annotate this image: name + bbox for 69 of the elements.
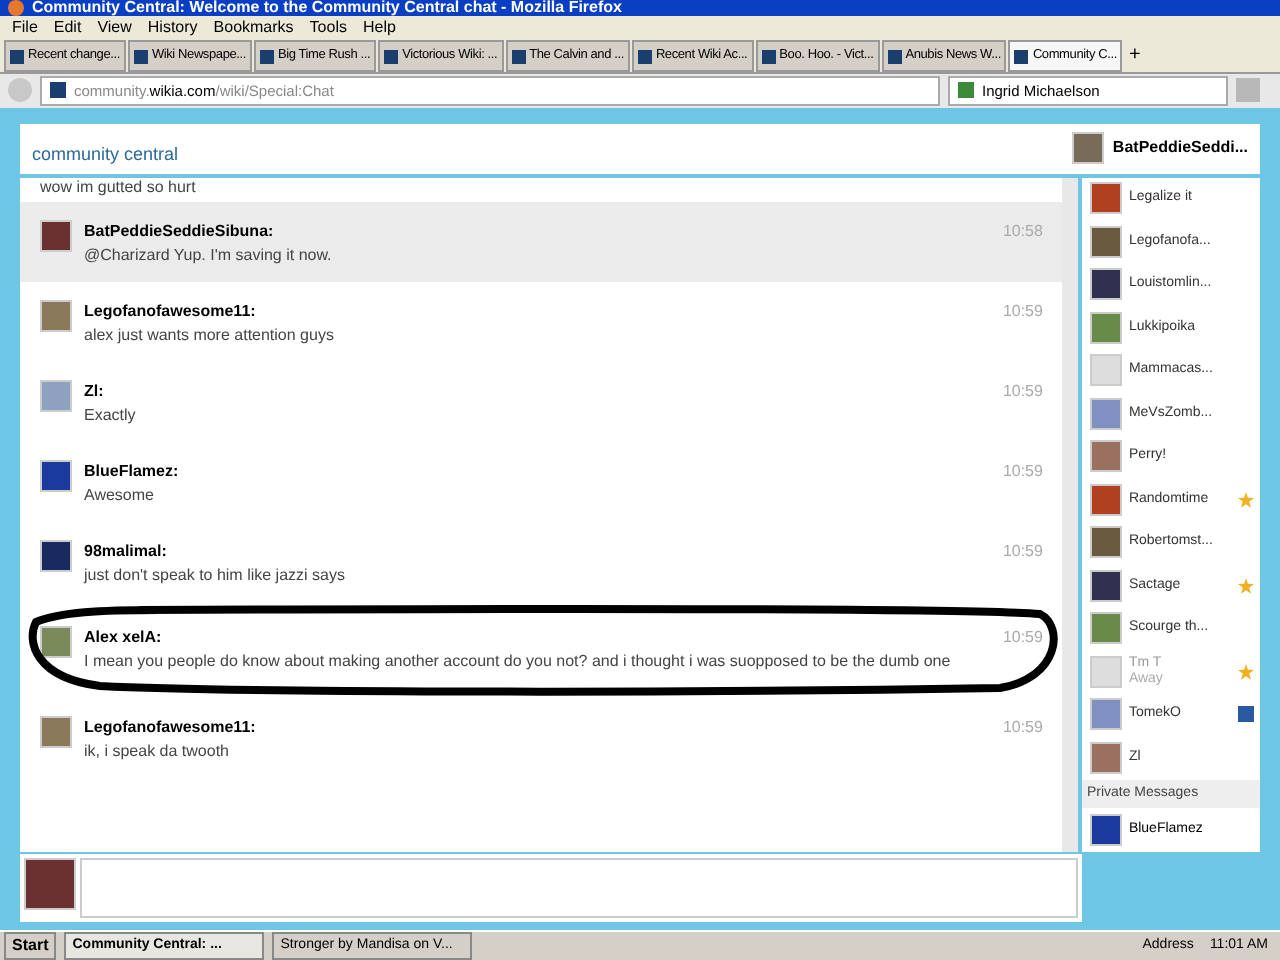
user-avatar bbox=[1090, 698, 1123, 731]
message-time: 10:58 bbox=[1002, 219, 1043, 243]
site-favicon-icon bbox=[50, 82, 66, 99]
current-user-name: BatPeddieSeddi... bbox=[1112, 136, 1248, 160]
user-avatar bbox=[1090, 483, 1123, 516]
menu-item[interactable]: Bookmarks bbox=[213, 16, 294, 41]
message-text: just don't speak to him like jazzi says bbox=[84, 563, 347, 587]
new-tab-button[interactable]: + bbox=[1124, 40, 1145, 73]
message-author: 98malimal: bbox=[84, 539, 169, 563]
tab-favicon-icon bbox=[637, 49, 652, 64]
user-avatar bbox=[1090, 354, 1123, 387]
user-avatar bbox=[1090, 440, 1123, 473]
user-avatar bbox=[40, 299, 72, 331]
user-avatar bbox=[1090, 311, 1123, 344]
user-avatar bbox=[1090, 526, 1123, 559]
menu-item[interactable]: Tools bbox=[309, 16, 347, 41]
tab-favicon-icon bbox=[259, 49, 274, 64]
message-text: alex just wants more attention guys bbox=[84, 323, 336, 347]
menu-item[interactable]: Edit bbox=[53, 16, 82, 41]
user-avatar bbox=[1090, 612, 1123, 645]
user-avatar bbox=[24, 858, 76, 910]
user-avatar bbox=[1090, 225, 1123, 258]
message-text: ik, i speak da twooth bbox=[84, 739, 231, 763]
message-time: 10:59 bbox=[1002, 715, 1043, 739]
message-author: BatPeddieSeddieSibuna: bbox=[84, 219, 276, 243]
user-avatar bbox=[1090, 268, 1123, 301]
message-time: 10:59 bbox=[1002, 299, 1043, 323]
message-author: Legofanofawesome11: bbox=[84, 715, 258, 739]
menu-item[interactable]: File bbox=[12, 16, 38, 41]
user-avatar bbox=[1090, 741, 1123, 774]
message-author: Alex xelA: bbox=[84, 625, 164, 649]
tab-favicon-icon bbox=[1014, 49, 1029, 64]
tab-favicon-icon bbox=[10, 49, 24, 64]
site-logo: community central bbox=[32, 142, 179, 169]
user-avatar bbox=[40, 219, 72, 251]
tab-favicon-icon bbox=[384, 49, 399, 64]
user-avatar bbox=[40, 459, 72, 491]
tab-favicon-icon bbox=[133, 49, 148, 64]
tab-favicon-icon bbox=[511, 49, 526, 64]
user-avatar bbox=[1090, 569, 1123, 602]
start-button[interactable]: Start bbox=[4, 932, 57, 960]
tab-favicon-icon bbox=[761, 49, 776, 64]
window-title: Community Central: Welcome to the Community Central chat - Mozilla Firefox bbox=[32, 0, 622, 17]
user-avatar bbox=[1090, 397, 1123, 430]
user-avatar bbox=[40, 625, 72, 657]
message-author: Zl: bbox=[84, 379, 106, 403]
message-author: Legofanofawesome11: bbox=[84, 299, 258, 323]
user-avatar bbox=[1090, 814, 1123, 846]
message-input-field[interactable] bbox=[80, 858, 1078, 918]
message-text: @Charizard Yup. I'm saving it now. bbox=[84, 243, 334, 267]
user-avatar bbox=[1090, 655, 1123, 688]
menu-item[interactable]: View bbox=[97, 16, 132, 41]
user-avatar bbox=[1090, 182, 1123, 215]
menu-item[interactable]: History bbox=[147, 16, 198, 41]
message-text: I mean you people do know about making another account do you not? and i thought i was suopposed to be the dumb one bbox=[84, 649, 953, 673]
message-time: 10:59 bbox=[1002, 459, 1043, 483]
user-avatar bbox=[40, 715, 72, 747]
message-text: wow im gutted so hurt bbox=[40, 177, 198, 199]
tab-favicon-icon bbox=[887, 49, 902, 64]
user-avatar bbox=[1072, 132, 1105, 164]
message-author: BlueFlamez: bbox=[84, 459, 181, 483]
message-text: Awesome bbox=[84, 483, 156, 507]
menu-item[interactable]: Help bbox=[362, 16, 396, 41]
user-avatar bbox=[40, 379, 72, 411]
message-text: Exactly bbox=[84, 403, 138, 427]
message-time: 10:59 bbox=[1002, 625, 1043, 649]
message-time: 10:59 bbox=[1002, 379, 1043, 403]
user-avatar bbox=[40, 539, 72, 571]
message-time: 10:59 bbox=[1002, 539, 1043, 563]
